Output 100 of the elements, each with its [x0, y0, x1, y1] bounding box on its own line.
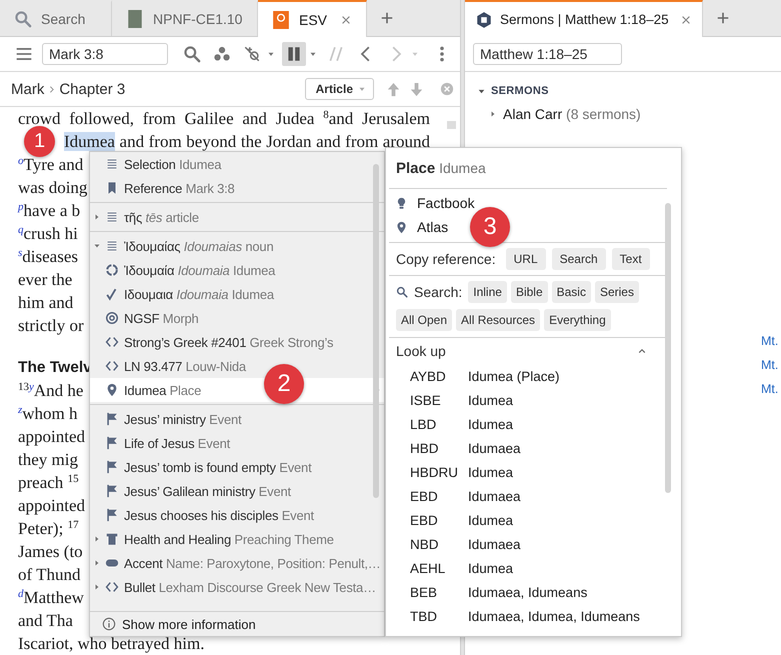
- tab[interactable]: Search: [0, 0, 112, 36]
- scope-option[interactable]: Inline: [468, 281, 507, 303]
- text-line: ever the: [18, 269, 72, 291]
- menu-item[interactable]: Reference Mark 3:8: [90, 176, 384, 200]
- arrow-up-icon[interactable]: [386, 82, 401, 96]
- expand-arrow-icon[interactable]: [489, 110, 497, 118]
- flag-icon: [105, 508, 119, 522]
- source-abbreviation: HBD: [410, 440, 440, 456]
- lookup-link[interactable]: Idumea: [468, 464, 514, 480]
- text-line: $^{d}$Matthew: [18, 587, 84, 609]
- plus-icon[interactable]: [380, 11, 394, 25]
- menu-item[interactable]: Bullet Lexham Discourse Greek New Testa…: [90, 575, 384, 599]
- source-abbreviation: AYBD: [410, 368, 447, 384]
- breadcrumb-link[interactable]: Chapter 3: [59, 80, 126, 98]
- tab[interactable]: Sermons | Matthew 1:18–25: [465, 0, 703, 37]
- view-dropdown[interactable]: Article: [304, 78, 374, 100]
- scope-option[interactable]: Series: [594, 281, 639, 303]
- info-icon: [102, 617, 116, 631]
- lookup-link[interactable]: Idumaea: [468, 536, 521, 552]
- source-abbreviation: TBD: [410, 608, 438, 624]
- menu-item[interactable]: NGSF Morph: [90, 306, 384, 330]
- menu-item[interactable]: Jesus’ tomb is found empty Event: [90, 455, 384, 479]
- copy-button[interactable]: Search: [552, 248, 606, 270]
- text-line: $^{z}$whom h: [18, 403, 78, 425]
- text-line: Peter); $^{17}$: [18, 518, 79, 540]
- text-line: appointed: [18, 426, 86, 448]
- lookup-link[interactable]: Idumea (Place): [468, 368, 560, 384]
- menu-item[interactable]: Accent Name: Paroxytone, Position: Penult,…: [90, 551, 384, 575]
- scrollbar[interactable]: [665, 203, 671, 493]
- scope-option[interactable]: Everything: [544, 309, 611, 331]
- lookup-link[interactable]: Idumaea, Idumea, Idumeans: [468, 608, 640, 624]
- scrollbar[interactable]: [373, 164, 379, 498]
- book-cover-icon: [126, 9, 144, 29]
- expand-arrow-icon[interactable]: [93, 213, 101, 221]
- menu-item[interactable]: Ἰδουμαίας Idoumaias noun: [90, 234, 384, 258]
- reference-link[interactable]: Mt.: [761, 377, 781, 401]
- text-line: $^{q}$crush hi: [18, 223, 78, 245]
- scrollbar[interactable]: [447, 121, 456, 129]
- collapse-arrow-icon[interactable]: [93, 242, 101, 250]
- menu-item[interactable]: Selection Idumea: [90, 152, 384, 176]
- close-icon[interactable]: [680, 14, 692, 26]
- source-abbreviation: EBD: [410, 512, 439, 528]
- copy-button[interactable]: Text: [612, 248, 650, 270]
- book-cover-icon: [272, 10, 290, 30]
- lookup-link[interactable]: Idumaea: [468, 440, 521, 456]
- scope-option[interactable]: All Open: [396, 309, 452, 331]
- plus-icon[interactable]: [716, 11, 730, 25]
- scope-option[interactable]: Basic: [552, 281, 591, 303]
- menu-item[interactable]: τῆς tēs article: [90, 205, 384, 229]
- search-icon: [396, 286, 408, 298]
- flag-icon: [105, 436, 119, 450]
- close-icon[interactable]: [340, 14, 352, 26]
- lookup-link[interactable]: Idumea: [468, 392, 514, 408]
- menu-item[interactable]: Ιδουμαια Idoumaia Idumea: [90, 282, 384, 306]
- flag-icon: [105, 460, 119, 474]
- text-line: him and: [18, 292, 74, 314]
- lookup-link[interactable]: Idumea: [468, 560, 514, 576]
- arrow-down-icon[interactable]: [409, 82, 424, 96]
- text-line: Iscariot, who betrayed him.: [18, 633, 204, 655]
- lines-icon: [105, 157, 119, 171]
- expand-arrow-icon[interactable]: [93, 535, 101, 543]
- tab[interactable]: ESV: [258, 0, 368, 37]
- ring-icon: [105, 263, 119, 277]
- lookup-link[interactable]: Idumea: [468, 416, 514, 432]
- check-icon: [105, 287, 119, 301]
- reference-link[interactable]: Mt.: [761, 353, 781, 377]
- tree-item[interactable]: Alan Carr (8 sermons): [503, 106, 641, 122]
- text-line: preach $^{15}$: [18, 472, 79, 494]
- source-abbreviation: EBD: [410, 488, 439, 504]
- expand-arrow-icon[interactable]: [93, 559, 101, 567]
- menu-item[interactable]: Ἰδουμαία Idoumaia Idumea: [90, 258, 384, 282]
- menu-item[interactable]: Strong’s Greek #2401 Greek Strong’s: [90, 330, 384, 354]
- reference-link[interactable]: Mt.: [761, 329, 781, 353]
- breadcrumb-link[interactable]: Mark: [11, 80, 44, 98]
- lookup-link[interactable]: Idumaea, Idumeans: [468, 584, 588, 600]
- panel-title: Place Idumea: [396, 160, 486, 176]
- reference-field[interactable]: Matthew 1:18–25: [473, 43, 622, 65]
- copy-label: Copy reference:: [396, 251, 496, 267]
- code-icon: [105, 335, 119, 349]
- columns-icon[interactable]: [282, 42, 306, 66]
- menu-item[interactable]: Health and Healing Preaching Theme: [90, 527, 384, 551]
- menu-item[interactable]: Life of Jesus Event: [90, 431, 384, 455]
- expand-arrow-icon[interactable]: [93, 583, 101, 591]
- lookup-link[interactable]: Idumaea: [468, 488, 521, 504]
- menu-item[interactable]: Jesus’ Galilean ministry Event: [90, 479, 384, 503]
- menu-item[interactable]: Jesus’ ministry Event: [90, 407, 384, 431]
- scope-option[interactable]: All Resources: [456, 309, 540, 331]
- source-abbreviation: AEHL: [410, 560, 446, 576]
- reference-field[interactable]: Mark 3:8: [42, 43, 168, 65]
- caret-up-icon[interactable]: [637, 346, 647, 356]
- scope-option[interactable]: Bible: [510, 281, 548, 303]
- lookup-link[interactable]: Idumea: [468, 512, 514, 528]
- code-icon: [105, 580, 119, 594]
- resource-link[interactable]: Atlas: [389, 215, 448, 239]
- copy-button[interactable]: URL: [506, 248, 546, 270]
- menu-item[interactable]: Jesus chooses his disciples Event: [90, 503, 384, 527]
- source-abbreviation: LBD: [410, 416, 438, 432]
- source-abbreviation: HBDRU: [410, 464, 460, 480]
- menu-item[interactable]: Show more information: [90, 611, 384, 636]
- flag-icon: [105, 412, 119, 426]
